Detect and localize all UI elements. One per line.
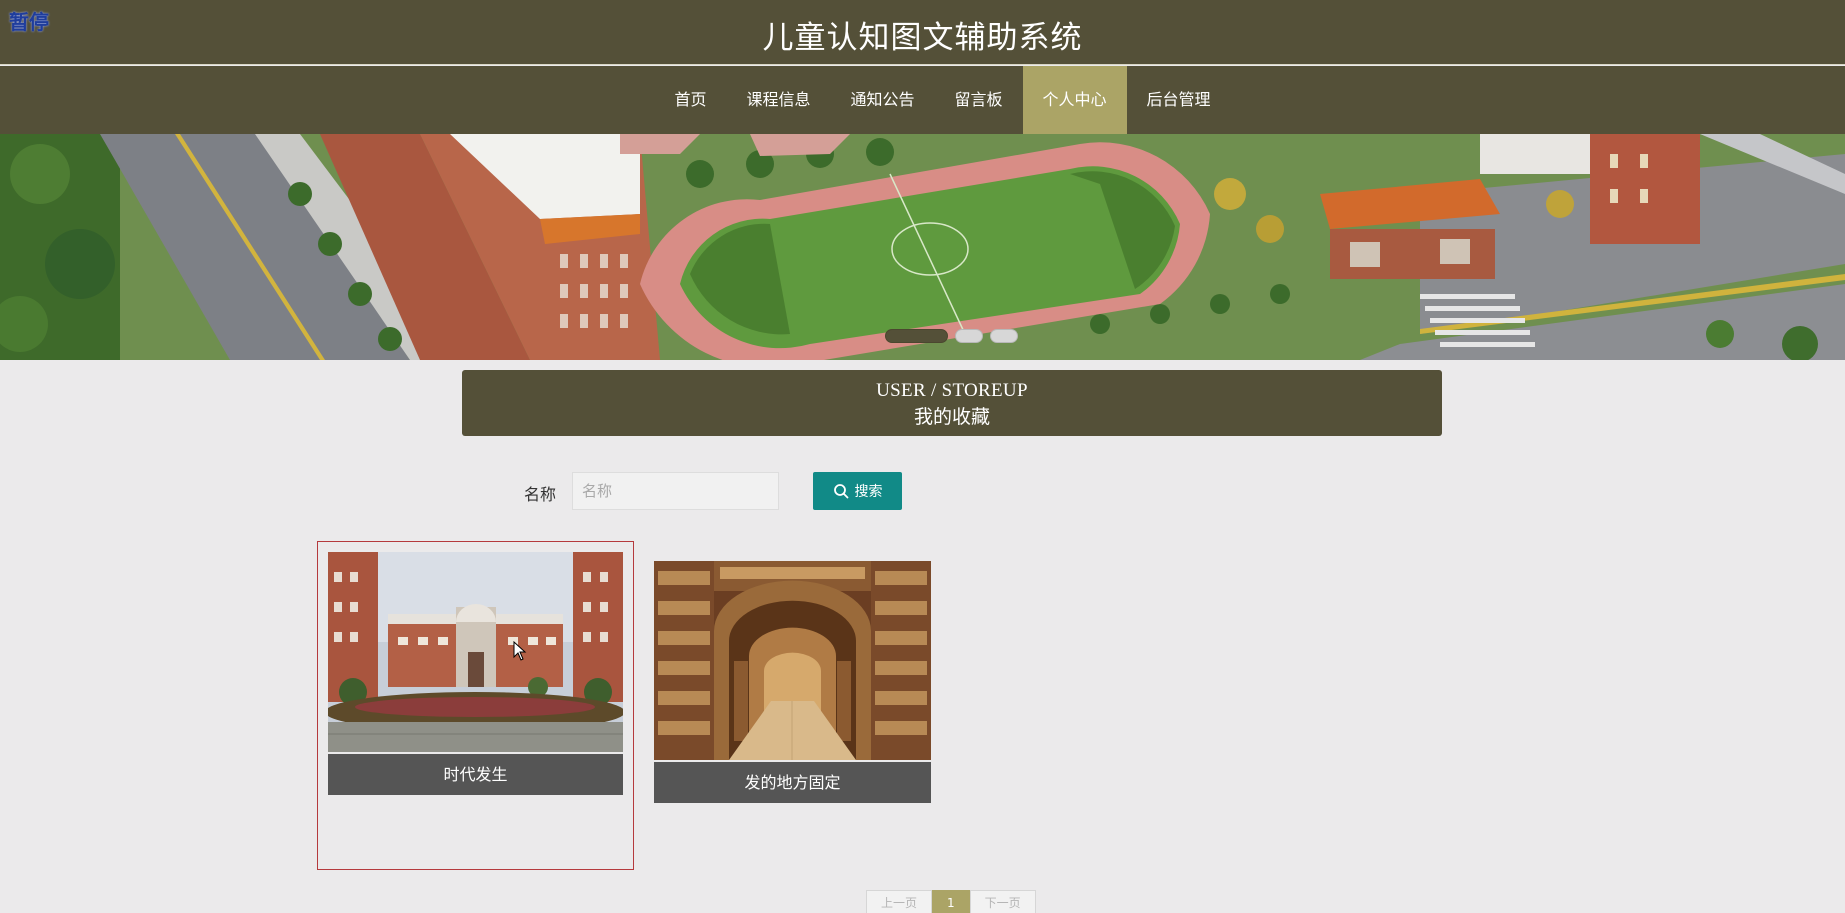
banner-school-aerial-image: [0, 134, 1845, 360]
card-image-school[interactable]: [328, 552, 623, 752]
card-caption[interactable]: 时代发生: [328, 754, 623, 795]
pager-prev-button[interactable]: 上一页: [866, 890, 933, 913]
nav-item-courses[interactable]: 课程信息: [726, 66, 830, 134]
mouse-cursor-icon: [513, 641, 527, 661]
carousel-dot-2[interactable]: [955, 329, 983, 343]
nav-list: 首页 课程信息 通知公告 留言板 个人中心 后台管理: [0, 66, 1845, 134]
nav-item-home[interactable]: 首页: [654, 66, 726, 134]
nav-item-notices[interactable]: 通知公告: [830, 66, 934, 134]
pause-overlay-label[interactable]: 暂停: [9, 6, 49, 35]
site-title: 儿童认知图文辅助系统: [762, 20, 1083, 56]
nav-item-personal-center[interactable]: 个人中心: [1022, 66, 1127, 134]
search-input[interactable]: [572, 472, 779, 510]
search-button-label: 搜索: [854, 483, 883, 499]
pagination: 上一页 1 下一页: [866, 890, 1036, 913]
pager-next-button[interactable]: 下一页: [969, 890, 1036, 913]
search-icon: [833, 484, 848, 499]
section-title-en: USER / STOREUP: [876, 380, 1028, 401]
search-button[interactable]: 搜索: [813, 472, 902, 510]
pager-current-page[interactable]: 1: [932, 890, 970, 913]
banner-carousel[interactable]: [0, 134, 1845, 360]
carousel-indicators: [885, 329, 1018, 343]
page: 儿童认知图文辅助系统 暂停 首页 课程信息 通知公告 留言板 个人中心 后台管理: [0, 0, 1845, 913]
favorite-card-2[interactable]: 发的地方固定: [654, 561, 931, 803]
carousel-dot-1[interactable]: [885, 329, 948, 343]
search-label: 名称: [524, 485, 557, 504]
nav-item-admin[interactable]: 后台管理: [1127, 66, 1231, 134]
main-nav: 首页 课程信息 通知公告 留言板 个人中心 后台管理: [0, 66, 1845, 134]
favorite-card-1[interactable]: 时代发生: [328, 552, 623, 795]
site-header: 儿童认知图文辅助系统 暂停: [0, 0, 1845, 65]
carousel-dot-3[interactable]: [990, 329, 1018, 343]
section-title-cn: 我的收藏: [913, 407, 990, 428]
card-image-library[interactable]: [654, 561, 931, 760]
card-caption[interactable]: 发的地方固定: [654, 762, 931, 803]
nav-item-message-board[interactable]: 留言板: [935, 66, 1023, 134]
section-header: USER / STOREUP 我的收藏: [462, 370, 1442, 436]
